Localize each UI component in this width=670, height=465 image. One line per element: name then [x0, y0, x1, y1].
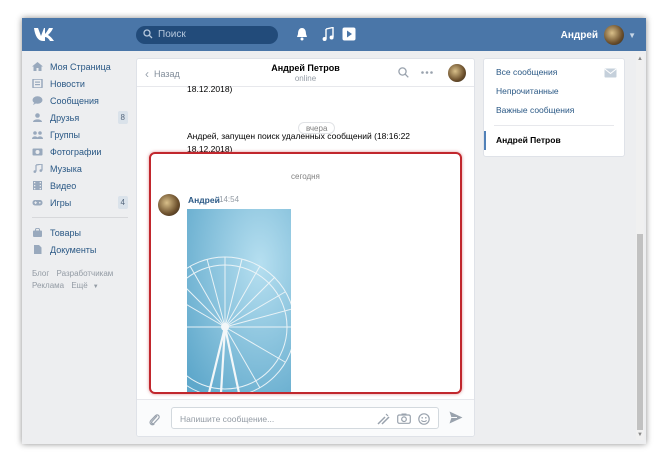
avatar	[604, 25, 625, 45]
nav-item-news[interactable]: Новости	[32, 75, 128, 92]
filter-label: Важные сообщения	[496, 105, 575, 115]
scroll-up-arrow-icon[interactable]: ▲	[637, 56, 643, 62]
nav-label: Музыка	[50, 163, 82, 174]
nav-footer: Блог Разработчикам Реклама Ещё ▼	[32, 268, 128, 293]
peer-avatar[interactable]	[448, 64, 466, 82]
search-placeholder: Поиск	[158, 29, 186, 40]
search-icon[interactable]	[398, 67, 409, 78]
user-name: Андрей	[560, 29, 599, 41]
filter-label: Все сообщения	[496, 67, 558, 77]
old-message-text: 18.12.2018)	[187, 84, 233, 94]
search-icon	[143, 29, 153, 39]
more-icon[interactable]	[421, 71, 433, 74]
panel-divider	[494, 125, 614, 126]
nav-label: Документы	[50, 244, 97, 255]
music-icon[interactable]	[322, 27, 334, 41]
nav-label: Видео	[50, 180, 77, 191]
nav-label: Моя Страница	[50, 61, 111, 72]
nav-item-games[interactable]: Игры 4	[32, 194, 128, 211]
filter-unread[interactable]: Непрочитанные	[484, 82, 624, 101]
nav-label: Игры	[50, 197, 72, 208]
footer-link-ads[interactable]: Реклама	[32, 281, 64, 290]
filter-important[interactable]: Важные сообщения	[484, 101, 624, 120]
mail-icon[interactable]	[604, 68, 617, 78]
date-divider-yesterday: вчера	[298, 122, 336, 134]
games-count-badge: 4	[117, 196, 128, 209]
top-bar: Поиск Андрей ▼	[22, 18, 646, 51]
nav-label: Сообщения	[50, 95, 99, 106]
browser-window: Поиск Андрей ▼ Моя Страница Новости Сооб…	[22, 18, 646, 444]
page-scrollbar[interactable]: ▲ ▼	[636, 54, 644, 440]
peer-status: online	[294, 74, 317, 83]
magic-wand-icon[interactable]	[377, 413, 390, 425]
smile-icon[interactable]	[418, 413, 430, 425]
scrollbar-thumb[interactable]	[637, 234, 643, 430]
groups-icon	[32, 131, 43, 139]
filter-all-messages[interactable]: Все сообщения	[484, 63, 624, 82]
nav-item-music[interactable]: Музыка	[32, 160, 128, 177]
nav-item-video[interactable]: Видео	[32, 177, 128, 194]
bell-icon[interactable]	[296, 27, 308, 41]
friends-icon	[33, 113, 42, 122]
footer-link-developers[interactable]: Разработчикам	[57, 269, 114, 278]
active-chat-item[interactable]: Андрей Петров	[484, 131, 624, 150]
nav-divider	[32, 217, 128, 218]
nav-item-my-page[interactable]: Моя Страница	[32, 58, 128, 75]
footer-link-more[interactable]: Ещё	[71, 281, 87, 290]
left-navigation: Моя Страница Новости Сообщения Друзья 8 …	[32, 58, 128, 293]
nav-item-documents[interactable]: Документы	[32, 241, 128, 258]
paperclip-icon[interactable]	[148, 412, 160, 426]
messages-filter-panel: Все сообщения Непрочитанные Важные сообщ…	[483, 58, 625, 157]
send-icon[interactable]	[449, 411, 463, 424]
play-icon[interactable]	[342, 27, 356, 41]
scroll-down-arrow-icon[interactable]: ▼	[637, 432, 643, 438]
filter-label: Непрочитанные	[496, 86, 559, 96]
nav-item-messages[interactable]: Сообщения	[32, 92, 128, 109]
nav-label: Товары	[50, 227, 81, 238]
nav-item-groups[interactable]: Группы	[32, 126, 128, 143]
home-icon	[32, 62, 43, 71]
highlight-frame	[149, 152, 462, 394]
camera-icon[interactable]	[397, 413, 411, 424]
messages-icon	[32, 96, 43, 105]
user-menu[interactable]: Андрей ▼	[561, 23, 636, 47]
nav-item-friends[interactable]: Друзья 8	[32, 109, 128, 126]
nav-item-photos[interactable]: Фотографии	[32, 143, 128, 160]
chat-panel: ‹ Назад Андрей Петров online 18.12.2018)…	[136, 58, 475, 437]
film-icon	[33, 181, 42, 190]
nav-label: Друзья	[50, 112, 80, 123]
nav-label: Новости	[50, 78, 85, 89]
news-icon	[32, 79, 43, 88]
message-composer	[137, 399, 474, 436]
friends-count-badge: 8	[117, 111, 128, 124]
active-chat-label: Андрей Петров	[496, 135, 561, 145]
nav-label: Фотографии	[50, 146, 102, 157]
music-note-icon	[33, 164, 43, 173]
chevron-down-icon: ▼	[92, 284, 99, 290]
camera-icon	[32, 148, 43, 156]
search-field[interactable]: Поиск	[136, 26, 278, 44]
shopping-bag-icon	[33, 228, 42, 237]
gamepad-icon	[32, 200, 43, 206]
chevron-down-icon: ▼	[628, 30, 636, 40]
message-input-field[interactable]	[171, 407, 439, 429]
footer-link-blog[interactable]: Блог	[32, 269, 49, 278]
message-input[interactable]	[180, 412, 370, 425]
vk-logo-icon[interactable]	[32, 25, 58, 43]
document-icon	[34, 245, 42, 254]
nav-label: Группы	[50, 129, 80, 140]
nav-item-goods[interactable]: Товары	[32, 224, 128, 241]
